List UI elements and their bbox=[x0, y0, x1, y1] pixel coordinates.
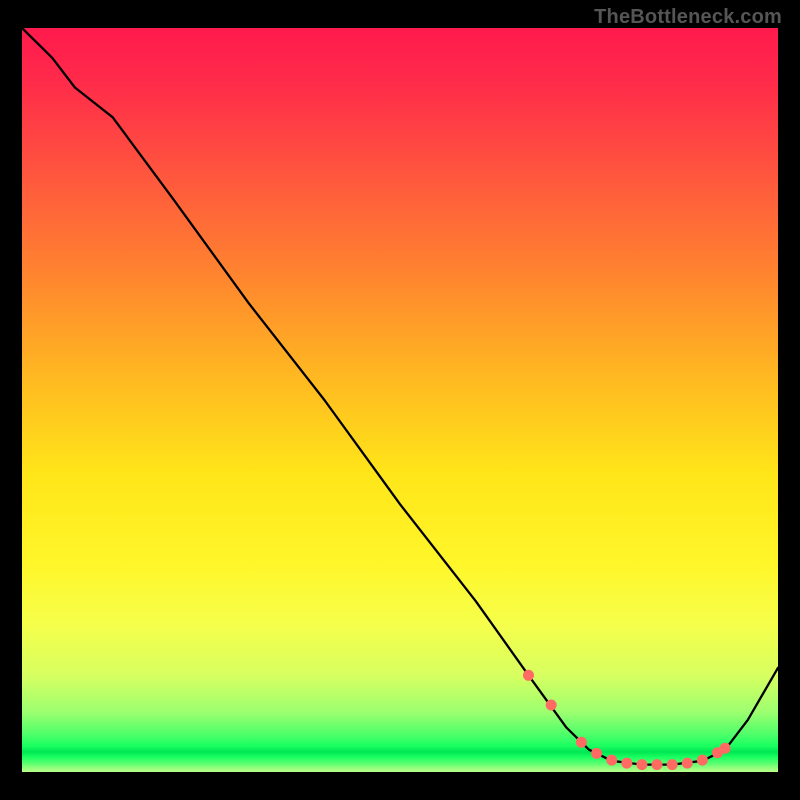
marker-dot bbox=[546, 700, 557, 711]
marker-dot bbox=[652, 759, 663, 770]
chart-plot-area bbox=[22, 28, 778, 772]
marker-dot bbox=[636, 759, 647, 770]
marker-dot bbox=[697, 755, 708, 766]
marker-group bbox=[523, 670, 731, 770]
marker-dot bbox=[621, 758, 632, 769]
marker-dot bbox=[591, 748, 602, 759]
watermark-text: TheBottleneck.com bbox=[594, 6, 782, 29]
marker-dot bbox=[523, 670, 534, 681]
line-series-curve bbox=[22, 28, 778, 765]
marker-dot bbox=[667, 759, 678, 770]
marker-dot bbox=[606, 755, 617, 766]
marker-dot bbox=[720, 743, 731, 754]
marker-dot bbox=[576, 737, 587, 748]
marker-dot bbox=[682, 758, 693, 769]
chart-svg bbox=[22, 28, 778, 772]
